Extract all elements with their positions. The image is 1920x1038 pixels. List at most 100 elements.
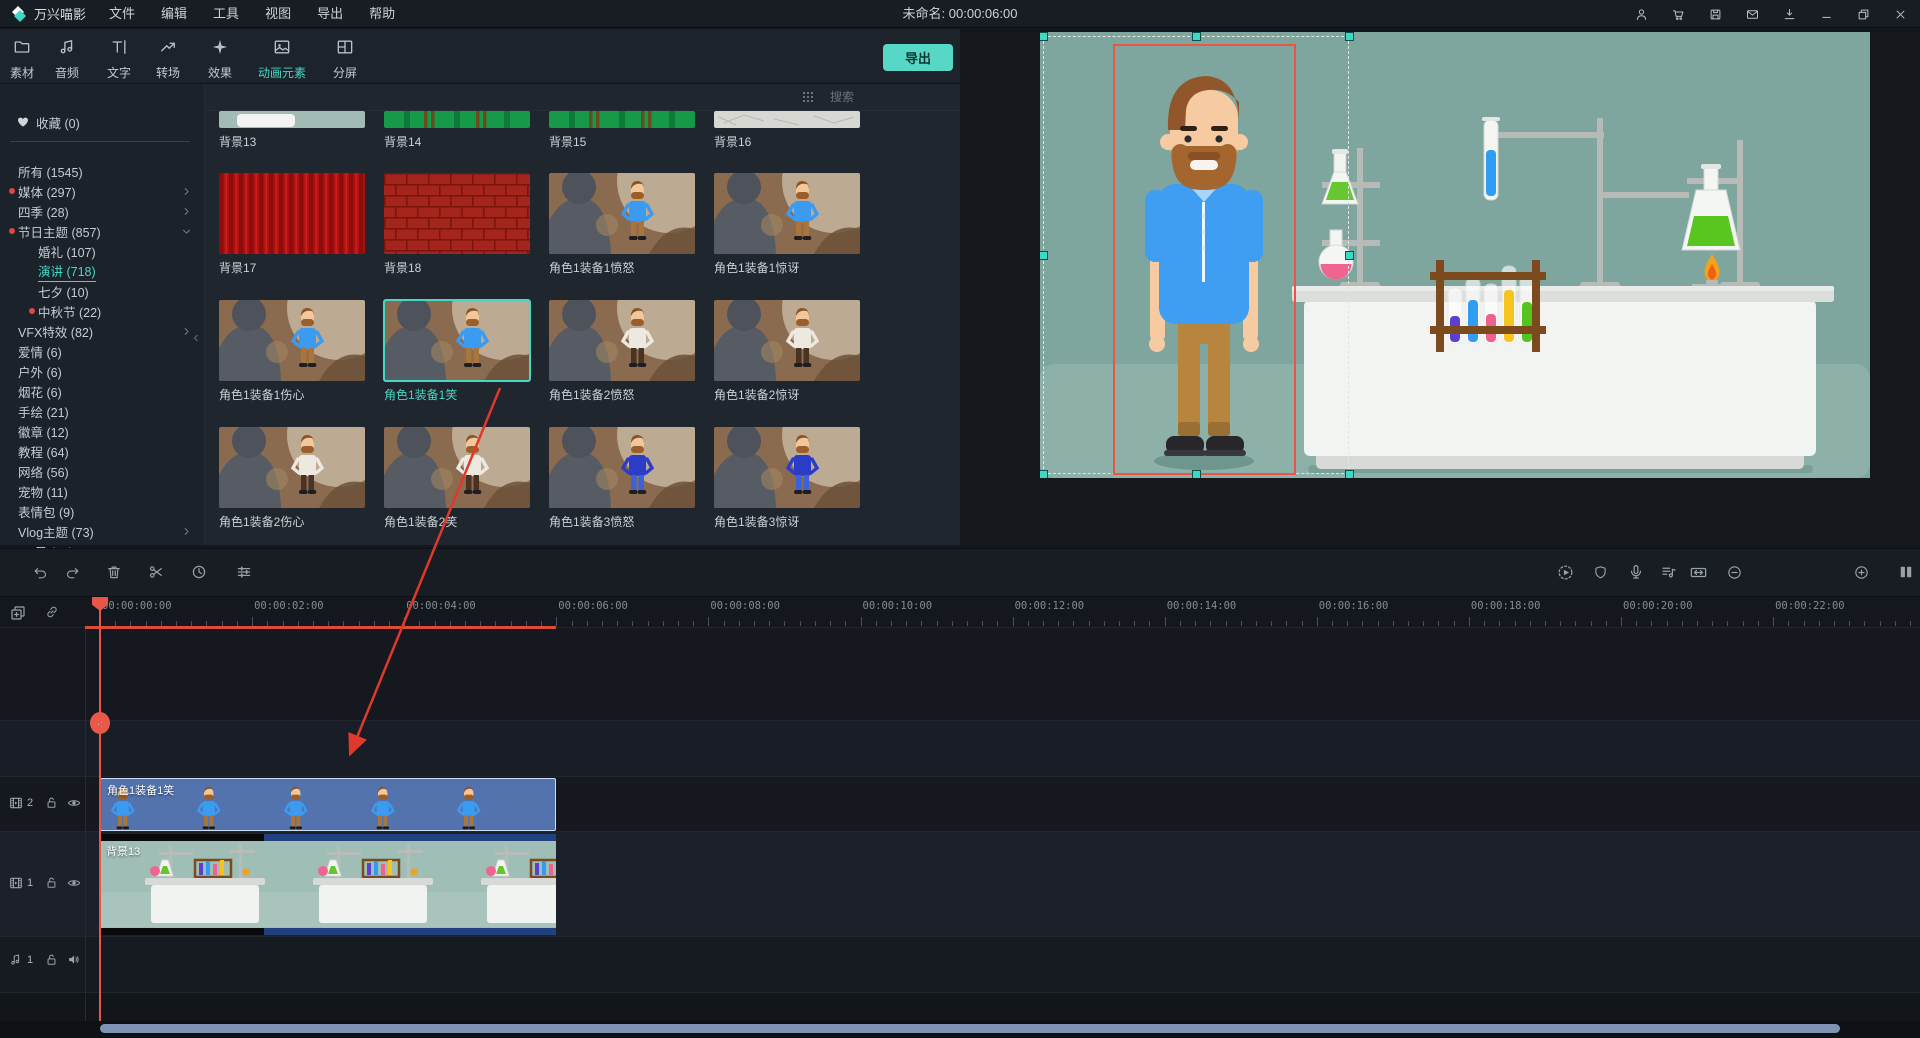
media-thumbnail[interactable] [219, 111, 365, 128]
sidebar-item-四季[interactable]: 四季 (28) [0, 201, 204, 221]
menu-item-1[interactable]: 编辑 [148, 6, 200, 21]
media-item-角色1装备3惊讶[interactable]: 角色1装备3惊讶 [714, 427, 860, 530]
tab-动画元素[interactable]: 动画元素 [258, 37, 306, 81]
cart-icon[interactable] [1671, 7, 1686, 22]
media-thumbnail[interactable] [549, 111, 695, 128]
person-icon[interactable] [1634, 7, 1649, 22]
search-box[interactable] [830, 86, 960, 108]
menu-item-0[interactable]: 文件 [96, 6, 148, 21]
character-selection-rect[interactable] [1113, 44, 1296, 475]
menu-item-3[interactable]: 视图 [252, 6, 304, 21]
menu-item-4[interactable]: 导出 [304, 6, 356, 21]
tab-分屏[interactable]: 分屏 [333, 37, 357, 81]
record-voiceover-button[interactable] [1627, 563, 1645, 581]
media-item-背景17[interactable]: 背景17 [219, 173, 365, 276]
tab-素材[interactable]: 素材 [10, 37, 34, 81]
media-thumbnail[interactable] [714, 427, 860, 508]
sidebar-item-烟花[interactable]: 烟花 (6) [0, 381, 204, 401]
video-track-1-lock-icon[interactable] [44, 875, 59, 890]
panel-layout-button[interactable] [1897, 563, 1915, 581]
audio-mixer-button[interactable] [1660, 563, 1678, 581]
playhead-line[interactable] [99, 597, 101, 1021]
sidebar-collapse-icon[interactable] [190, 332, 202, 344]
undo-button[interactable] [32, 564, 49, 581]
split-scissors-button[interactable] [147, 563, 165, 581]
sidebar-item-教程[interactable]: 教程 (64) [0, 441, 204, 461]
media-item-背景13[interactable]: 背景13 [219, 111, 365, 150]
timeline-horizontal-scrollbar[interactable] [100, 1024, 1840, 1033]
menu-item-2[interactable]: 工具 [200, 6, 252, 21]
media-thumbnail[interactable] [384, 427, 530, 508]
sidebar-item-宠物[interactable]: 宠物 (11) [0, 481, 204, 501]
tab-音频[interactable]: 音频 [55, 37, 79, 81]
media-item-背景16[interactable]: 背景16 [714, 111, 860, 150]
media-thumbnail[interactable] [714, 111, 860, 128]
media-thumbnail[interactable] [219, 173, 365, 254]
media-thumbnail[interactable] [219, 300, 365, 381]
sidebar-item-表情包[interactable]: 表情包 (9) [0, 501, 204, 521]
mail-icon[interactable] [1745, 7, 1760, 22]
render-preview-button[interactable] [1556, 563, 1575, 582]
tab-文字[interactable]: 文字 [107, 37, 131, 81]
media-item-角色1装备2愤怒[interactable]: 角色1装备2愤怒 [549, 300, 695, 403]
menu-item-5[interactable]: 帮助 [356, 6, 408, 21]
media-item-背景14[interactable]: 背景14 [384, 111, 530, 150]
tab-效果[interactable]: 效果 [208, 37, 232, 81]
media-item-角色1装备1惊讶[interactable]: 角色1装备1惊讶 [714, 173, 860, 276]
search-input[interactable] [830, 90, 985, 104]
duration-clock-button[interactable] [190, 563, 208, 581]
sidebar-item-七夕[interactable]: 七夕 (10) [0, 281, 204, 301]
download-icon[interactable] [1782, 7, 1797, 22]
media-item-角色1装备1笑[interactable]: 角色1装备1笑 [384, 300, 530, 403]
sidebar-item-所有[interactable]: 所有 (1545) [0, 161, 204, 181]
mask-shield-button[interactable] [1592, 564, 1609, 581]
media-item-角色1装备2笑[interactable]: 角色1装备2笑 [384, 427, 530, 530]
media-thumbnail[interactable] [549, 173, 695, 254]
media-thumbnail[interactable] [714, 300, 860, 381]
zoom-out-button[interactable] [1726, 564, 1743, 581]
add-track-icon[interactable] [9, 604, 27, 622]
sidebar-item-手绘[interactable]: 手绘 (21) [0, 401, 204, 421]
selection-handle[interactable] [1345, 251, 1354, 260]
selection-handle[interactable] [1040, 470, 1048, 478]
restore-icon[interactable] [1856, 7, 1871, 22]
media-thumbnail[interactable] [384, 111, 530, 128]
media-item-角色1装备1伤心[interactable]: 角色1装备1伤心 [219, 300, 365, 403]
sidebar-item-徽章[interactable]: 徽章 (12) [0, 421, 204, 441]
sidebar-item-爱情[interactable]: 爱情 (6) [0, 341, 204, 361]
media-item-角色1装备2伤心[interactable]: 角色1装备2伤心 [219, 427, 365, 530]
sidebar-item-户外[interactable]: 户外 (6) [0, 361, 204, 381]
selection-handle[interactable] [1040, 251, 1048, 260]
timeline-audio-track-row[interactable] [0, 936, 1920, 992]
timeline-clip-character[interactable]: 角色1装备1笑 [100, 778, 556, 831]
selection-handle[interactable] [1192, 470, 1201, 478]
selection-handle[interactable] [1345, 32, 1354, 41]
media-item-角色1装备2惊讶[interactable]: 角色1装备2惊讶 [714, 300, 860, 403]
sidebar-item-网络[interactable]: 网络 (56) [0, 461, 204, 481]
minimize-icon[interactable] [1819, 7, 1834, 22]
video-track-2-lock-icon[interactable] [44, 795, 59, 810]
timeline-ruler[interactable]: 00:00:00:0000:00:02:0000:00:04:0000:00:0… [85, 597, 1920, 627]
selection-handle[interactable] [1345, 470, 1354, 478]
zoom-in-button[interactable] [1853, 564, 1870, 581]
selection-handle[interactable] [1040, 32, 1048, 41]
sidebar-item-中秋节[interactable]: 中秋节 (22) [0, 301, 204, 321]
audio-track-mute-icon[interactable] [66, 952, 81, 967]
grid-view-icon[interactable] [800, 89, 816, 105]
sidebar-item-演讲[interactable]: 演讲 (718) [0, 261, 204, 281]
sidebar-item-VFX特效[interactable]: VFX特效 (82) [0, 321, 204, 341]
fit-timeline-button[interactable] [1689, 563, 1708, 582]
sidebar-item-Vlog主题[interactable]: Vlog主题 (73) [0, 521, 204, 541]
timeline-clip-background[interactable]: 背景13 [100, 834, 556, 935]
sidebar-item-节日主题[interactable]: 节日主题 (857) [0, 221, 204, 241]
redo-button[interactable] [64, 564, 81, 581]
media-item-背景18[interactable]: 背景18 [384, 173, 530, 276]
floppy-icon[interactable] [1708, 7, 1723, 22]
sidebar-item-婚礼[interactable]: 婚礼 (107) [0, 241, 204, 261]
export-button[interactable]: 导出 [883, 44, 953, 71]
media-thumbnail[interactable] [219, 427, 365, 508]
media-item-角色1装备3愤怒[interactable]: 角色1装备3愤怒 [549, 427, 695, 530]
sidebar-item-favorites[interactable]: 收藏 (0) [0, 112, 80, 132]
link-clips-icon[interactable] [44, 604, 60, 620]
delete-button[interactable] [105, 563, 123, 581]
